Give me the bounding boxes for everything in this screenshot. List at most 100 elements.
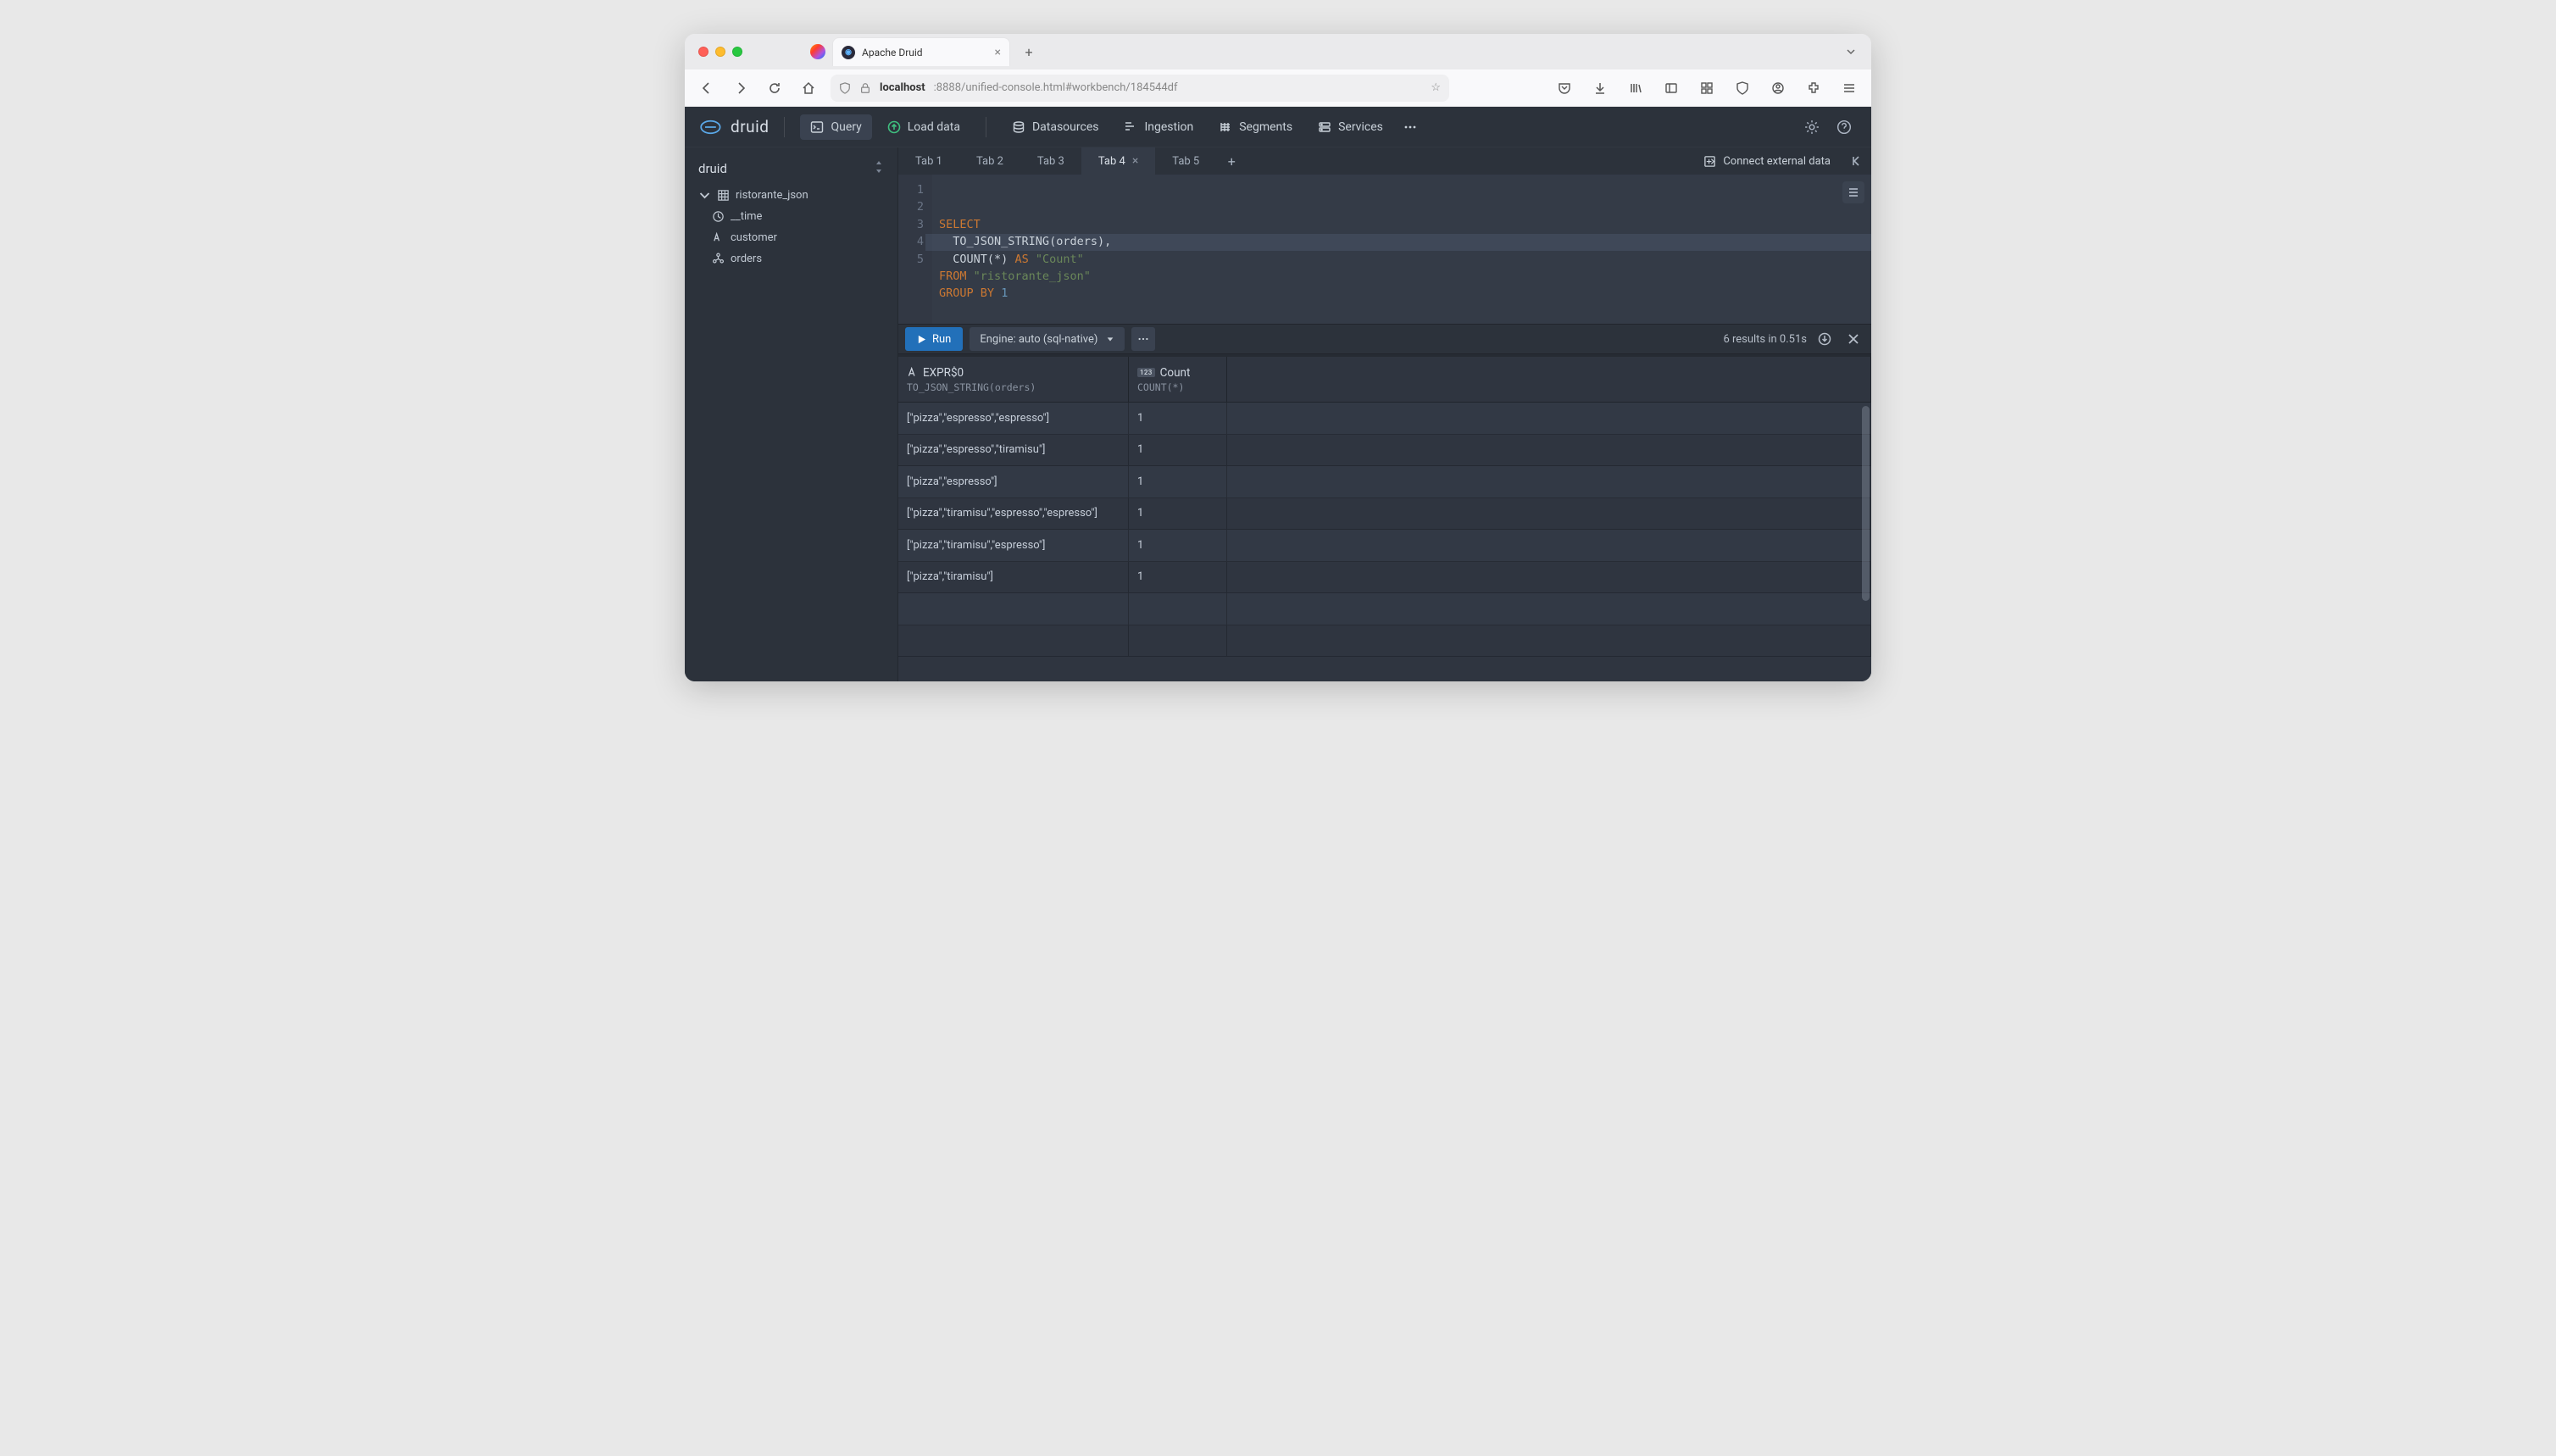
- nav-segments[interactable]: Segments: [1209, 114, 1303, 140]
- tabs-dropdown-icon[interactable]: [1846, 44, 1856, 60]
- clock-icon: [712, 210, 725, 223]
- query-tab-5[interactable]: Tab 5: [1155, 147, 1216, 175]
- forward-button[interactable]: [729, 76, 753, 100]
- editor-menu-button[interactable]: [1842, 181, 1864, 203]
- cell-expr: ["pizza","espresso","espresso"]: [898, 403, 1129, 434]
- tree-datasource[interactable]: ristorante_json: [695, 185, 887, 206]
- col-sub: COUNT(*): [1137, 381, 1218, 393]
- result-row-empty: [898, 593, 1871, 625]
- nav-more[interactable]: [1398, 114, 1422, 140]
- nav-query-label: Query: [831, 120, 861, 134]
- minimize-window-button[interactable]: [715, 47, 725, 57]
- close-tab-icon[interactable]: ×: [1132, 154, 1138, 168]
- druid-logo[interactable]: druid: [698, 117, 769, 136]
- collapse-panel-button[interactable]: [1842, 147, 1871, 175]
- connect-external-label: Connect external data: [1723, 155, 1831, 168]
- ellipsis-icon: [1137, 333, 1149, 345]
- result-row[interactable]: ["pizza","espresso","tiramisu"]1: [898, 435, 1871, 467]
- column-header-expr[interactable]: EXPR$0 TO_JSON_STRING(orders): [898, 357, 1129, 402]
- run-bar: Run Engine: auto (sql-native) 6 results …: [898, 324, 1871, 354]
- maximize-window-button[interactable]: [732, 47, 742, 57]
- download-results-button[interactable]: [1814, 328, 1836, 350]
- result-row-empty: [898, 625, 1871, 658]
- library-icon[interactable]: [1624, 76, 1648, 100]
- result-row[interactable]: ["pizza","tiramisu","espresso"]1: [898, 530, 1871, 562]
- tab-label: Tab 2: [976, 155, 1003, 168]
- tab-label: Tab 5: [1172, 155, 1199, 168]
- account-icon[interactable]: [1766, 76, 1790, 100]
- favicon-icon: ◉: [842, 46, 855, 59]
- close-tab-icon[interactable]: ×: [995, 46, 1001, 59]
- shield-icon: [839, 82, 851, 94]
- cell-expr: ["pizza","tiramisu","espresso"]: [898, 530, 1129, 561]
- nav-ingestion[interactable]: Ingestion: [1114, 114, 1203, 140]
- sql-editor[interactable]: 1 2 3 4 5 SELECT TO_JSON_STRING(orders),…: [898, 175, 1871, 324]
- menu-icon[interactable]: [1837, 76, 1861, 100]
- nav-services[interactable]: Services: [1308, 114, 1393, 140]
- query-tab-3[interactable]: Tab 3: [1020, 147, 1081, 175]
- col-name: Count: [1160, 366, 1191, 380]
- reload-button[interactable]: [763, 76, 786, 100]
- help-button[interactable]: [1831, 114, 1858, 141]
- extensions-icon[interactable]: [1802, 76, 1825, 100]
- bookmark-star-icon[interactable]: ☆: [1431, 81, 1441, 94]
- tab-label: Tab 1: [915, 155, 942, 168]
- nav-query[interactable]: Query: [800, 114, 871, 140]
- close-window-button[interactable]: [698, 47, 708, 57]
- ellipsis-icon: [1403, 120, 1417, 134]
- server-icon: [1318, 120, 1331, 134]
- result-row[interactable]: ["pizza","espresso"]1: [898, 466, 1871, 498]
- database-icon: [1012, 120, 1025, 134]
- help-icon: [1836, 119, 1852, 135]
- firefox-icon: [810, 44, 825, 59]
- app-body: druid ristorante_json __time customer: [685, 147, 1871, 681]
- column-header-count[interactable]: 123Count COUNT(*): [1129, 357, 1227, 402]
- close-results-button[interactable]: [1842, 328, 1864, 350]
- nav-datasources[interactable]: Datasources: [1002, 114, 1109, 140]
- result-row[interactable]: ["pizza","tiramisu","espresso","espresso…: [898, 498, 1871, 531]
- tree-column-orders[interactable]: orders: [695, 248, 887, 270]
- toolbar-right-icons: [1553, 76, 1861, 100]
- home-button[interactable]: [797, 76, 820, 100]
- pocket-icon[interactable]: [1553, 76, 1576, 100]
- privacy-icon[interactable]: [1731, 76, 1754, 100]
- query-tab-2[interactable]: Tab 2: [959, 147, 1020, 175]
- run-button[interactable]: Run: [905, 327, 963, 351]
- app-header: druid Query Load data Datasources Ingest…: [685, 107, 1871, 147]
- complex-icon: [712, 253, 725, 265]
- query-tabs: Tab 1 Tab 2 Tab 3 Tab 4× Tab 5 + Connect…: [898, 147, 1871, 175]
- cell-empty: [1227, 403, 1871, 434]
- downloads-icon[interactable]: [1588, 76, 1612, 100]
- nav-load-data[interactable]: Load data: [877, 114, 970, 140]
- result-row[interactable]: ["pizza","tiramisu"]1: [898, 562, 1871, 594]
- browser-tab[interactable]: ◉ Apache Druid ×: [832, 37, 1010, 66]
- column-label: __time: [731, 210, 762, 223]
- cell-count: 1: [1129, 530, 1227, 561]
- cell-empty: [1227, 562, 1871, 593]
- col-name: EXPR$0: [923, 366, 964, 380]
- scrollbar[interactable]: [1862, 406, 1870, 601]
- engine-label: Engine: auto (sql-native): [980, 333, 1097, 346]
- connect-external-data[interactable]: Connect external data: [1692, 147, 1842, 175]
- url-bar[interactable]: localhost:8888/unified-console.html#work…: [831, 75, 1449, 102]
- back-button[interactable]: [695, 76, 719, 100]
- tree-column-time[interactable]: __time: [695, 206, 887, 227]
- settings-button[interactable]: [1798, 114, 1825, 141]
- download-icon: [1818, 332, 1831, 346]
- sidebar-toggle-icon[interactable]: [1659, 76, 1683, 100]
- new-tab-button[interactable]: +: [1017, 40, 1041, 64]
- browser-tabbar: ◉ Apache Druid × +: [685, 34, 1871, 69]
- tree-column-customer[interactable]: customer: [695, 227, 887, 248]
- editor-code[interactable]: SELECT TO_JSON_STRING(orders), COUNT(*) …: [932, 175, 1871, 324]
- containers-icon[interactable]: [1695, 76, 1719, 100]
- result-row[interactable]: ["pizza","espresso","espresso"]1: [898, 403, 1871, 435]
- datasource-label: ristorante_json: [736, 189, 808, 202]
- query-tab-4[interactable]: Tab 4×: [1081, 147, 1155, 175]
- query-tab-1[interactable]: Tab 1: [898, 147, 959, 175]
- more-options-button[interactable]: [1131, 327, 1155, 351]
- sort-icon[interactable]: [874, 161, 884, 176]
- close-icon: [1848, 333, 1859, 345]
- add-query-tab[interactable]: +: [1216, 147, 1247, 175]
- browser-toolbar: localhost:8888/unified-console.html#work…: [685, 69, 1871, 107]
- engine-selector[interactable]: Engine: auto (sql-native): [970, 327, 1125, 351]
